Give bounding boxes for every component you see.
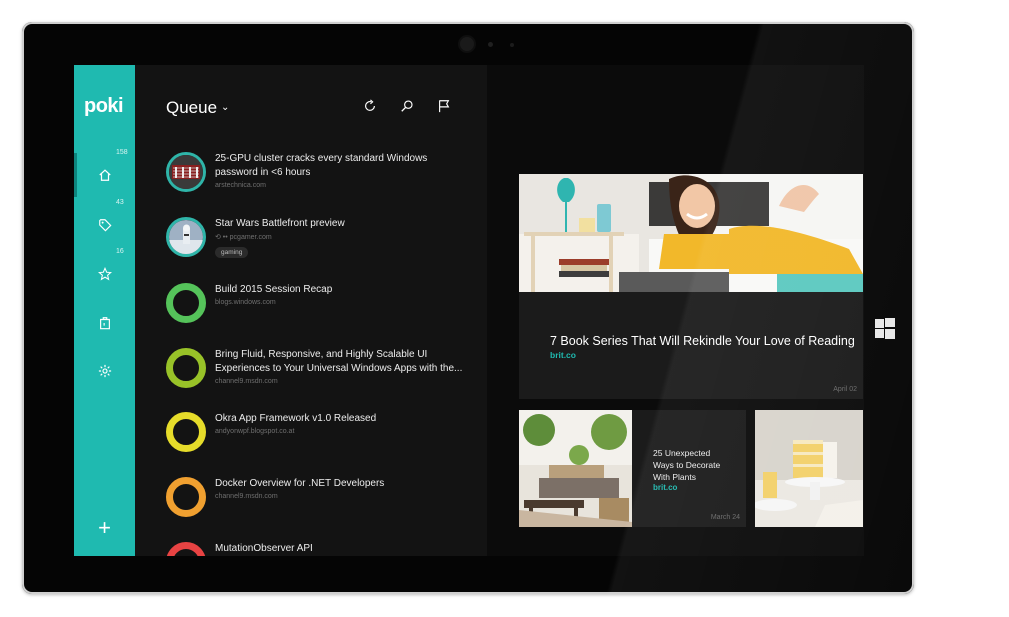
sidebar-item-tags[interactable]: 43 xyxy=(74,199,135,247)
article-title: MutationObserver API xyxy=(215,543,313,554)
list-item[interactable]: 25-GPU cluster cracks every standard Win… xyxy=(166,152,476,212)
featured-title: 7 Book Series That Will Rekindle Your Lo… xyxy=(550,334,855,348)
article-title: 25 Unexpected Ways to Decorate With Plan… xyxy=(653,448,721,482)
featured-source: brit.co xyxy=(550,350,576,360)
article-date: March 24 xyxy=(710,514,740,521)
article-title: 25-GPU cluster cracks every standard Win… xyxy=(215,153,428,178)
windows-logo-icon[interactable] xyxy=(875,318,895,339)
star-icon xyxy=(97,267,112,281)
article-placeholder-ring xyxy=(166,412,206,452)
search-icon xyxy=(401,100,413,112)
add-button[interactable]: + xyxy=(74,513,135,543)
sidebar: poki 158 43 16 + xyxy=(74,65,135,556)
list-item[interactable]: Bring Fluid, Responsive, and Highly Scal… xyxy=(166,348,476,408)
article-placeholder-ring xyxy=(166,283,206,323)
featured-image xyxy=(519,174,863,292)
camera-icon xyxy=(460,37,474,51)
article-title: Docker Overview for .NET Developers xyxy=(215,478,385,489)
sidebar-item-home[interactable]: 158 xyxy=(74,149,135,197)
article-placeholder-ring xyxy=(166,348,206,388)
bag-icon xyxy=(99,317,110,330)
page-title: Queue xyxy=(166,98,218,117)
article-thumbnail xyxy=(166,217,206,257)
tablet-device: poki 158 43 16 + Queue ⌄ 25-GPU cluster … xyxy=(22,22,914,594)
tag-chip[interactable]: gaming xyxy=(215,247,249,258)
sidebar-item-favorites[interactable]: 16 xyxy=(74,248,135,296)
article-image xyxy=(519,410,632,527)
article-card-image[interactable] xyxy=(755,410,863,527)
search-button[interactable] xyxy=(398,97,416,115)
featured-article-card[interactable]: 7 Book Series That Will Rekindle Your Lo… xyxy=(519,174,863,399)
article-placeholder-ring xyxy=(166,477,206,517)
sidebar-count: 43 xyxy=(116,199,124,206)
queue-title-dropdown[interactable]: Queue ⌄ xyxy=(166,98,229,118)
app-screen: poki 158 43 16 + Queue ⌄ 25-GPU cluster … xyxy=(74,65,864,556)
home-icon xyxy=(98,169,111,181)
article-title: Bring Fluid, Responsive, and Highly Scal… xyxy=(215,349,463,374)
article-title: Okra App Framework v1.0 Released xyxy=(215,413,377,424)
refresh-icon xyxy=(365,99,375,111)
sidebar-item-settings[interactable] xyxy=(74,349,135,393)
tag-icon xyxy=(98,219,111,232)
article-title: Star Wars Battlefront preview xyxy=(215,218,345,229)
article-card[interactable]: 25 Unexpected Ways to Decorate With Plan… xyxy=(519,410,746,527)
sensor-icon xyxy=(510,43,514,47)
list-item[interactable]: Build 2015 Session Recap blogs.windows.c… xyxy=(166,283,476,343)
chevron-down-icon: ⌄ xyxy=(221,102,230,113)
flag-button[interactable] xyxy=(435,97,453,115)
flag-icon xyxy=(439,100,450,113)
article-source: channel9.msdn.com xyxy=(215,378,278,385)
gear-icon xyxy=(98,364,111,378)
sidebar-item-archive[interactable] xyxy=(74,301,135,345)
article-title: Build 2015 Session Recap xyxy=(215,284,333,295)
list-item[interactable]: Docker Overview for .NET Developers chan… xyxy=(166,477,476,537)
refresh-button[interactable] xyxy=(361,97,379,115)
list-item[interactable]: Okra App Framework v1.0 Released andyonw… xyxy=(166,412,476,472)
article-placeholder-ring xyxy=(166,542,206,556)
queue-panel: Queue ⌄ 25-GPU cluster cracks every stand… xyxy=(135,65,487,556)
article-source: brit.co xyxy=(653,483,678,492)
article-source: channel9.msdn.com xyxy=(215,493,278,500)
article-source: blogs.windows.com xyxy=(215,299,276,306)
sensor-icon xyxy=(488,42,493,47)
list-item[interactable]: Star Wars Battlefront preview ⟲ •• pcgam… xyxy=(166,217,476,277)
article-source: andyonwpf.blogspot.co.at xyxy=(215,428,295,435)
sidebar-count: 16 xyxy=(116,248,124,255)
article-source: ⟲ •• pcgamer.com xyxy=(215,234,272,241)
article-thumbnail xyxy=(166,152,206,192)
list-item[interactable]: MutationObserver API xyxy=(166,542,476,556)
sidebar-count: 158 xyxy=(116,149,128,156)
featured-date: April 02 xyxy=(833,386,857,393)
app-logo: poki xyxy=(84,95,124,117)
article-source: arstechnica.com xyxy=(215,182,266,189)
